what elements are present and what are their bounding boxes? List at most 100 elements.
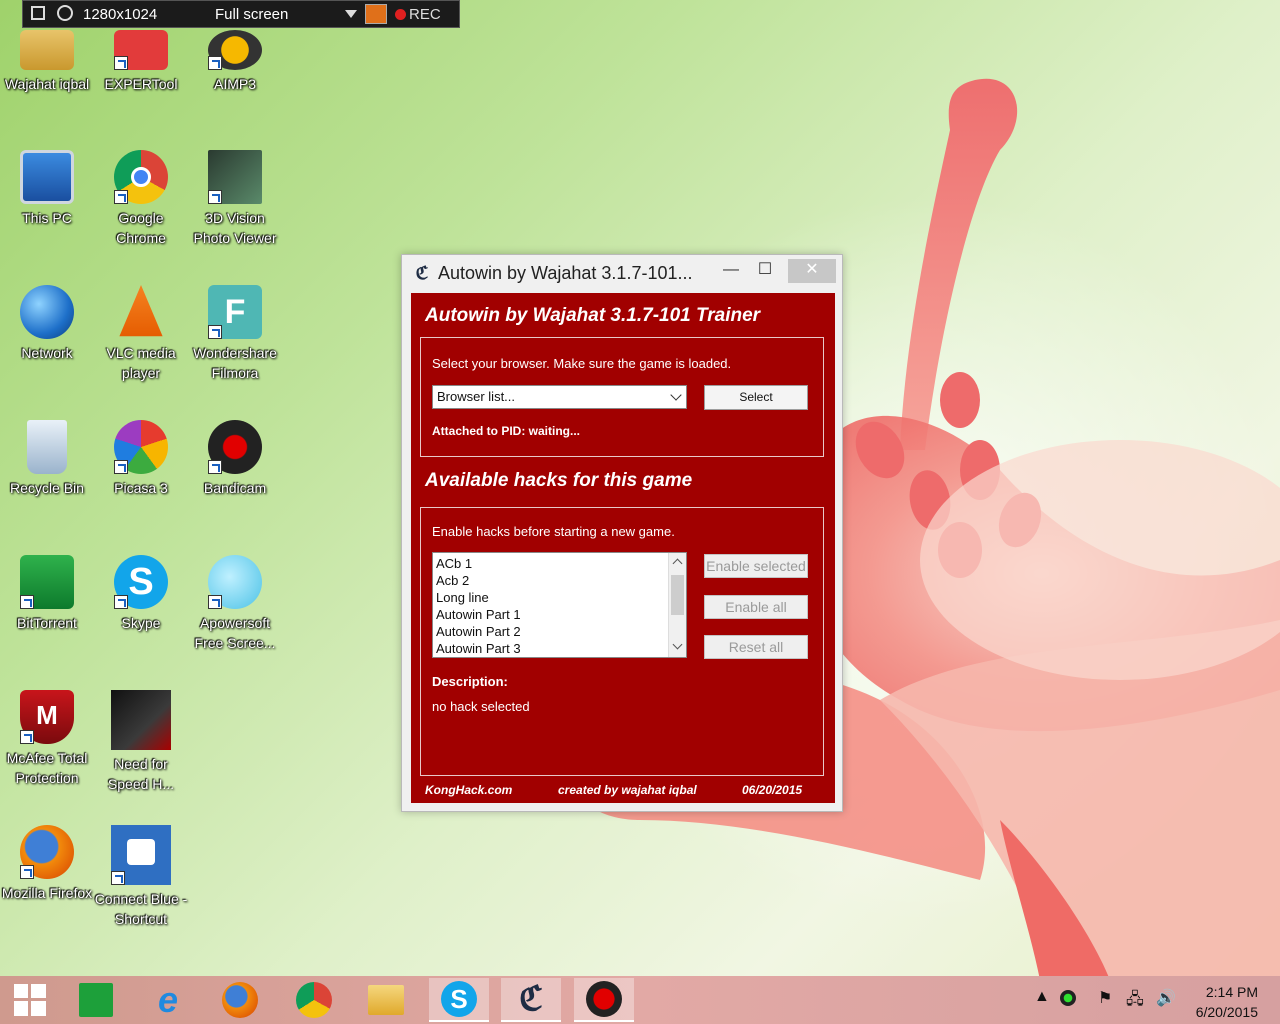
chevron-down-icon[interactable] — [345, 10, 357, 18]
desktop-icon-3d-vision[interactable]: 3D Vision Photo Viewer — [188, 150, 282, 248]
desktop-icon-recycle-bin[interactable]: Recycle Bin — [0, 420, 94, 498]
camera-icon[interactable] — [365, 4, 387, 24]
network-globe-icon — [20, 285, 74, 339]
maximize-button[interactable]: ☐ — [748, 259, 782, 283]
hacks-panel: Enable hacks before starting a new game.… — [420, 507, 824, 776]
capture-mode-select[interactable]: Full screen — [203, 6, 345, 23]
browser-select[interactable]: Browser list... — [432, 385, 687, 409]
user-folder-icon — [20, 30, 74, 70]
mcafee-shield-icon: M — [20, 690, 74, 744]
desktop-icon-vlc[interactable]: VLC media player — [94, 285, 188, 383]
chrome-icon — [296, 982, 332, 1018]
desktop-icon-bandicam[interactable]: Bandicam — [188, 420, 282, 498]
window-mode-icon[interactable] — [31, 6, 45, 20]
select-button[interactable]: Select — [704, 385, 808, 410]
list-item[interactable]: Long line — [433, 589, 686, 606]
chevron-down-icon — [670, 389, 682, 401]
filmora-icon: F — [208, 285, 262, 339]
action-center-flag-icon[interactable]: ⚑ — [1098, 988, 1112, 1008]
volume-icon[interactable]: 🔊 — [1156, 988, 1176, 1008]
green-status-icon[interactable] — [1060, 990, 1076, 1006]
reset-all-button[interactable]: Reset all — [704, 635, 808, 659]
recycle-bin-icon — [27, 420, 67, 474]
footer-date: 06/20/2015 — [742, 783, 803, 797]
browser-select-value: Browser list... — [437, 389, 516, 404]
desktop-icon-apowersoft[interactable]: Apowersoft Free Scree... — [188, 555, 282, 653]
picasa-icon — [114, 420, 168, 474]
show-hidden-icons-icon[interactable]: ▲ — [1034, 988, 1050, 1006]
firefox-icon — [222, 982, 258, 1018]
minimize-button[interactable]: — — [714, 259, 748, 283]
trainer-heading: Autowin by Wajahat 3.1.7-101 Trainer — [425, 305, 761, 326]
taskbar-skype[interactable]: S — [429, 978, 489, 1022]
scroll-thumb[interactable] — [671, 575, 684, 615]
hacks-heading: Available hacks for this game — [425, 470, 693, 491]
footer-site-link[interactable]: KongHack.com — [425, 783, 512, 797]
list-item[interactable]: Autowin Part 1 — [433, 606, 686, 623]
taskbar-file-explorer[interactable] — [356, 978, 416, 1022]
desktop-icon-firefox[interactable]: Mozilla Firefox — [0, 825, 94, 903]
list-item[interactable]: Acb 2 — [433, 572, 686, 589]
description-label: Description: — [432, 674, 508, 689]
skype-icon: S — [441, 981, 477, 1017]
desktop-icon-need-for-speed[interactable]: Need for Speed H... — [94, 690, 188, 794]
cheat-engine-icon: ℭ — [519, 980, 543, 1018]
description-value: no hack selected — [432, 699, 530, 714]
need-for-speed-icon — [111, 690, 171, 750]
taskbar-firefox[interactable] — [210, 978, 270, 1022]
desktop-icon-network[interactable]: Network — [0, 285, 94, 363]
bittorrent-icon — [20, 555, 74, 609]
desktop-icon-mcafee[interactable]: M McAfee Total Protection — [0, 690, 94, 788]
desktop-icon-skype[interactable]: S Skype — [94, 555, 188, 633]
taskbar-bandicam[interactable] — [574, 978, 634, 1022]
list-item[interactable]: Autowin Part 2 — [433, 623, 686, 640]
expertool-icon — [114, 30, 168, 70]
network-icon[interactable]: 🖧 — [1126, 988, 1144, 1015]
skype-icon: S — [114, 555, 168, 609]
3d-vision-icon — [208, 150, 262, 204]
trainer-window: ℭ Autowin by Wajahat 3.1.7-101... — ☐ ✕ … — [401, 254, 843, 812]
desktop-icon-expertool[interactable]: EXPERTool — [94, 30, 188, 94]
resolution-label: 1280x1024 — [83, 5, 158, 23]
list-scrollbar[interactable] — [668, 553, 686, 657]
vlc-cone-icon — [119, 285, 163, 337]
desktop-icon-filmora[interactable]: F Wondershare Filmora — [188, 285, 282, 383]
taskbar-internet-explorer[interactable]: e — [138, 978, 198, 1022]
enable-selected-button[interactable]: Enable selected — [704, 554, 808, 578]
desktop-icon-bittorrent[interactable]: BitTorrent — [0, 555, 94, 633]
computer-icon — [20, 150, 74, 204]
taskbar-cheat-engine[interactable]: ℭ — [501, 978, 561, 1022]
connect-blue-icon — [111, 825, 171, 885]
hacks-list[interactable]: ACb 1 Acb 2 Long line Autowin Part 1 Aut… — [432, 552, 687, 658]
hacks-prompt: Enable hacks before starting a new game. — [432, 524, 675, 539]
zoom-icon[interactable] — [57, 5, 73, 21]
record-dot-icon — [395, 8, 406, 20]
scroll-down-icon[interactable] — [672, 639, 683, 650]
list-item[interactable]: Autowin Part 3 — [433, 640, 686, 657]
record-button[interactable]: REC — [395, 6, 441, 23]
list-item[interactable]: ACb 1 — [433, 555, 686, 572]
bandicam-icon — [208, 420, 262, 474]
taskbar-clock[interactable]: 2:14 PM 6/20/2015 — [1196, 982, 1258, 1022]
desktop-icon-connect-blue[interactable]: Connect Blue - Shortcut — [94, 825, 188, 929]
browser-panel: Select your browser. Make sure the game … — [420, 337, 824, 457]
clock-date: 6/20/2015 — [1195, 1004, 1258, 1020]
footer-author: created by wajahat iqbal — [558, 783, 697, 797]
taskbar-store[interactable] — [66, 978, 126, 1022]
desktop-icon-this-pc[interactable]: This PC — [0, 150, 94, 228]
taskbar-chrome[interactable] — [284, 978, 344, 1022]
window-titlebar[interactable]: ℭ Autowin by Wajahat 3.1.7-101... — ☐ ✕ — [402, 255, 842, 291]
enable-all-button[interactable]: Enable all — [704, 595, 808, 619]
browser-prompt: Select your browser. Make sure the game … — [432, 356, 732, 371]
folder-icon — [368, 985, 404, 1015]
clock-time: 2:14 PM — [1205, 984, 1258, 1000]
scroll-up-icon[interactable] — [672, 558, 683, 569]
desktop-icon-picasa[interactable]: Picasa 3 — [94, 420, 188, 498]
window-title: Autowin by Wajahat 3.1.7-101... — [438, 262, 693, 283]
recorder-toolbar: 1280x1024 Full screen REC — [22, 0, 460, 28]
start-button[interactable] — [0, 978, 60, 1022]
desktop-icon-wajahat-iqbal[interactable]: Wajahat iqbal — [0, 30, 94, 94]
desktop-icon-aimp3[interactable]: AIMP3 — [188, 30, 282, 94]
desktop-icon-google-chrome[interactable]: Google Chrome — [94, 150, 188, 248]
close-button[interactable]: ✕ — [788, 259, 836, 283]
